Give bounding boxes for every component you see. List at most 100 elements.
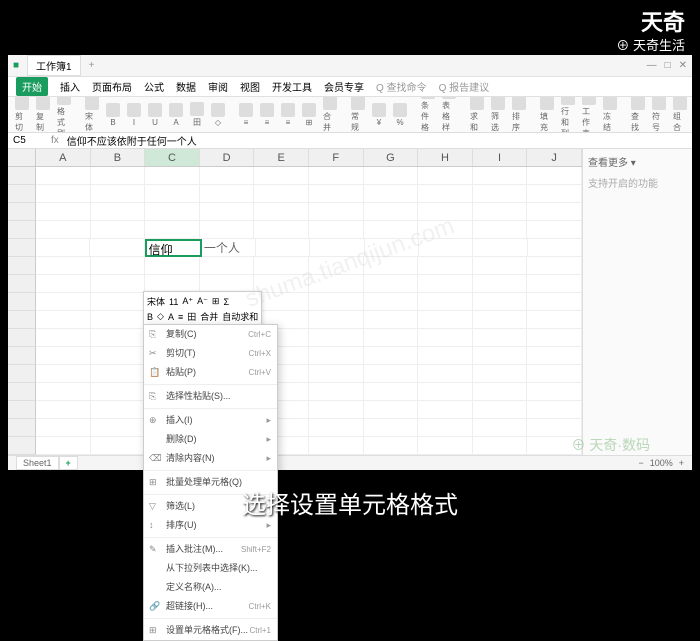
cell[interactable] (36, 275, 91, 293)
ctx-item-4[interactable]: ⎘选择性粘贴(S)... (144, 387, 277, 406)
row-head-7[interactable] (8, 275, 36, 293)
cell[interactable] (36, 365, 91, 383)
ribbon-item-23[interactable]: 表格样式 (440, 97, 458, 133)
fx-icon[interactable]: fx (51, 135, 59, 146)
cell[interactable] (91, 383, 146, 401)
ribbon-item-4[interactable]: 宋体 (83, 97, 101, 133)
cell[interactable]: 一个人 (202, 239, 256, 257)
zoom-level[interactable]: 100% (650, 458, 673, 468)
cell[interactable] (309, 365, 364, 383)
mt-sum-icon[interactable]: Σ (223, 297, 229, 307)
maximize-icon[interactable]: □ (665, 60, 671, 71)
cell[interactable] (254, 221, 309, 239)
cell[interactable] (36, 257, 91, 275)
ctx-item-8[interactable]: ⌫清除内容(N)▸ (144, 449, 277, 468)
cell[interactable] (309, 383, 364, 401)
mt-merge[interactable]: 合并 (200, 310, 218, 323)
menu-home[interactable]: 开始 (16, 77, 48, 96)
cell[interactable] (418, 437, 473, 455)
cell[interactable] (36, 185, 91, 203)
cell[interactable] (473, 167, 528, 185)
cell[interactable] (36, 329, 91, 347)
ribbon-item-10[interactable]: ◇ (209, 103, 227, 127)
cell[interactable] (36, 437, 91, 455)
cell[interactable] (309, 401, 364, 419)
cell[interactable] (527, 203, 582, 221)
cell[interactable] (527, 185, 582, 203)
cell[interactable] (309, 329, 364, 347)
cell[interactable] (473, 185, 528, 203)
zoom-out-icon[interactable]: − (638, 458, 643, 468)
menu-insert[interactable]: 插入 (60, 79, 80, 94)
cell[interactable] (418, 293, 473, 311)
row-head-10[interactable] (8, 329, 36, 347)
cell[interactable] (473, 437, 528, 455)
new-tab-button[interactable]: + (89, 60, 95, 71)
cell[interactable] (200, 167, 255, 185)
ribbon-item-29[interactable]: 填充 (538, 97, 556, 133)
cell[interactable] (364, 293, 419, 311)
ribbon-item-35[interactable]: 符号 (650, 97, 668, 133)
row-head-16[interactable] (8, 437, 36, 455)
cell[interactable] (254, 275, 309, 293)
cell[interactable] (309, 293, 364, 311)
ribbon-item-34[interactable]: 查找 (629, 97, 647, 133)
mt-grid-icon[interactable]: 田 (187, 310, 196, 323)
ribbon-item-16[interactable]: 合并 (321, 97, 339, 133)
cell[interactable] (90, 239, 144, 257)
mt-color-icon[interactable]: A (168, 312, 174, 322)
cell[interactable] (91, 401, 146, 419)
ribbon-item-36[interactable]: 组合 (671, 97, 689, 133)
ribbon-item-12[interactable]: ≡ (237, 103, 255, 127)
ctx-item-20[interactable]: ⊞设置单元格格式(F)...Ctrl+1 (144, 621, 277, 640)
cell[interactable] (473, 239, 527, 257)
cell[interactable] (145, 185, 200, 203)
cell[interactable] (364, 437, 419, 455)
ribbon-item-19[interactable]: ¥ (370, 103, 388, 127)
cell[interactable] (36, 419, 91, 437)
cell[interactable] (527, 257, 582, 275)
menu-member[interactable]: 会员专享 (324, 79, 364, 94)
mt-size[interactable]: 11 (169, 297, 178, 307)
cell[interactable] (473, 293, 528, 311)
cell[interactable] (309, 311, 364, 329)
row-head-9[interactable] (8, 311, 36, 329)
cell[interactable] (364, 401, 419, 419)
cell[interactable] (473, 401, 528, 419)
cell[interactable] (364, 275, 419, 293)
cell[interactable] (527, 383, 582, 401)
cell[interactable] (418, 221, 473, 239)
sp-title[interactable]: 查看更多 ▾ (588, 154, 687, 169)
cell[interactable] (365, 239, 419, 257)
ribbon-item-0[interactable]: 剪切 (13, 97, 31, 133)
cell[interactable] (527, 311, 582, 329)
cell[interactable] (36, 239, 90, 257)
cell[interactable]: 信仰 (145, 239, 202, 257)
row-head-11[interactable] (8, 347, 36, 365)
zoom-in-icon[interactable]: + (679, 458, 684, 468)
sheet-tab[interactable]: Sheet1 (16, 456, 59, 470)
cell[interactable] (418, 419, 473, 437)
mt-dec-icon[interactable]: A⁻ (197, 296, 208, 307)
ribbon-item-14[interactable]: ≡ (279, 103, 297, 127)
cell[interactable] (527, 167, 582, 185)
cell[interactable] (528, 239, 582, 257)
ribbon-item-32[interactable]: 冻结 (601, 97, 619, 133)
cell[interactable] (145, 167, 200, 185)
cell[interactable] (254, 203, 309, 221)
ribbon-item-2[interactable]: 格式刷 (55, 97, 73, 133)
row-head-3[interactable] (8, 203, 36, 221)
cell[interactable] (200, 257, 255, 275)
cell[interactable] (418, 167, 473, 185)
cell[interactable] (364, 221, 419, 239)
cell[interactable] (418, 185, 473, 203)
row-head-4[interactable] (8, 221, 36, 239)
ribbon-item-6[interactable]: I (125, 103, 143, 127)
cell[interactable] (309, 203, 364, 221)
row-head-12[interactable] (8, 365, 36, 383)
ribbon-item-18[interactable]: 常规 (349, 97, 367, 133)
cell[interactable] (473, 311, 528, 329)
col-e[interactable]: E (254, 149, 309, 166)
document-tab[interactable]: 工作簿1 (27, 55, 81, 76)
ctx-item-7[interactable]: 删除(D)▸ (144, 430, 277, 449)
